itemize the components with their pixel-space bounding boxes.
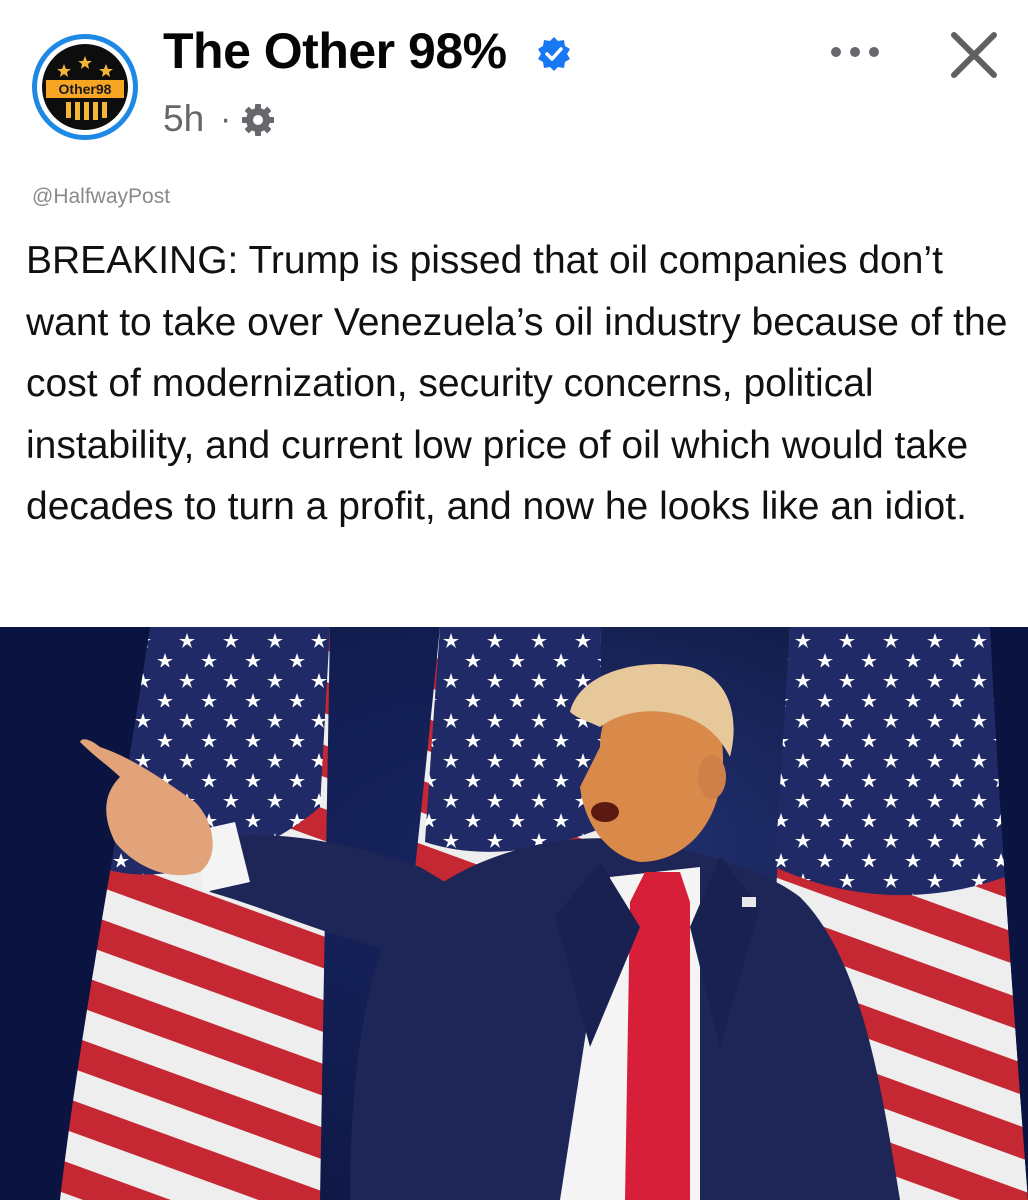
verified-badge-icon <box>538 37 570 71</box>
tweet-card: @HalfwayPost BREAKING: Trump is pissed t… <box>0 175 1028 627</box>
avatar-text: Other98 <box>58 81 112 97</box>
gear-icon[interactable] <box>240 102 276 138</box>
tweet-handle: @HalfwayPost <box>32 185 171 208</box>
post-header: Other98 The Other 98% 5h · <box>0 0 1028 175</box>
photo-illustration <box>0 627 1028 1200</box>
more-horizontal-icon[interactable] <box>820 32 890 72</box>
tweet-text: BREAKING: Trump is pissed that oil compa… <box>26 239 1008 528</box>
post-photo[interactable] <box>0 627 1028 1200</box>
meta-separator: · <box>220 100 232 138</box>
facebook-post: Other98 The Other 98% 5h · @HalfwayPost … <box>0 0 1028 1200</box>
avatar-logo: Other98 <box>42 44 128 130</box>
close-icon[interactable] <box>944 25 1004 85</box>
post-time[interactable]: 5h <box>163 98 204 140</box>
page-avatar[interactable]: Other98 <box>32 34 138 140</box>
avatar-ring: Other98 <box>37 39 133 135</box>
page-name[interactable]: The Other 98% <box>163 22 507 80</box>
